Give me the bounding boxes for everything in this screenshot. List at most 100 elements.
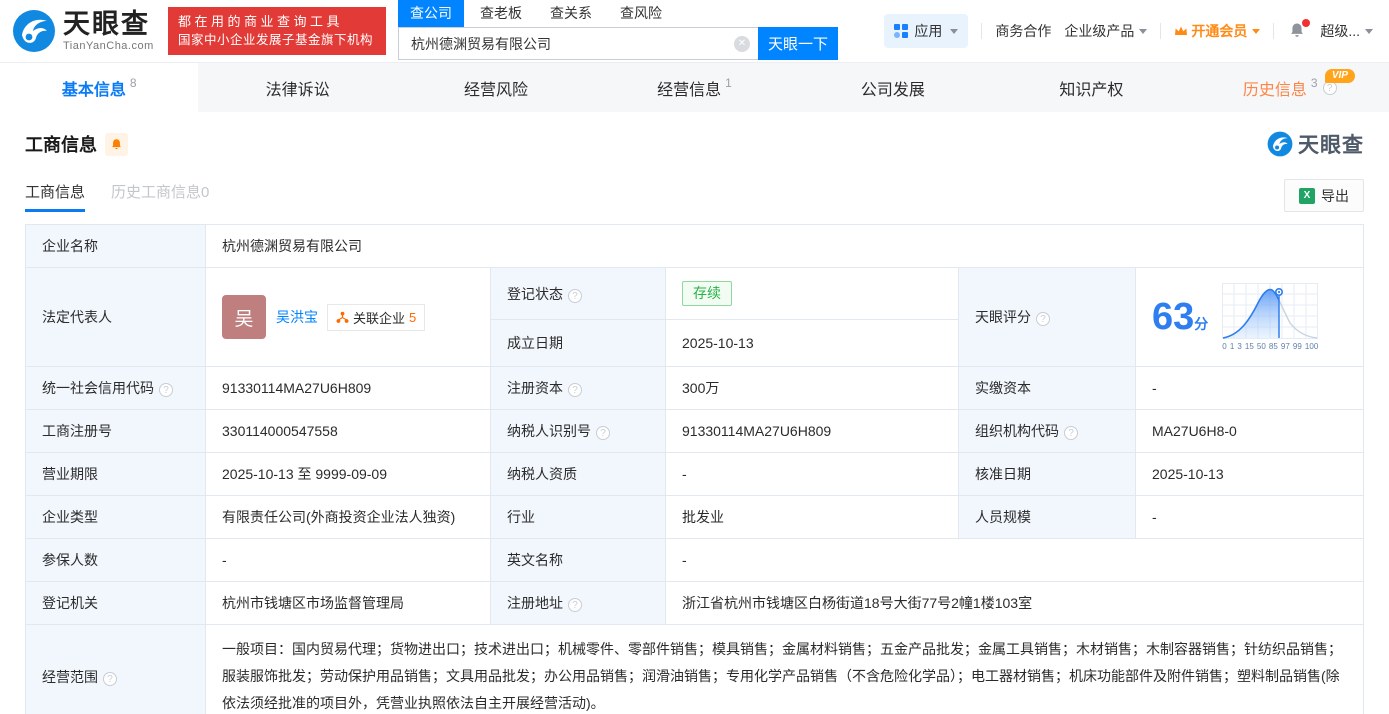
table-row: 工商注册号 330114000547558 纳税人识别号? 91330114MA…	[25, 409, 1364, 453]
score-distribution-chart: 0 1 3 15 50 85 97 99 100	[1222, 283, 1319, 351]
field-label: 核准日期	[958, 452, 1136, 496]
promo-banner: 都在用的商业查询工具 国家中小企业发展子基金旗下机构	[168, 6, 386, 56]
org-code-value: MA27U6H8-0	[1135, 409, 1364, 453]
table-row: 企业类型 有限责任公司(外商投资企业法人独资) 行业 批发业 人员规模 -	[25, 495, 1364, 539]
search-block: 查公司 查老板 查关系 查风险 ✕ 天眼一下	[398, 0, 838, 60]
field-label: 登记机关	[25, 581, 206, 625]
tab-history-info[interactable]: VIP 历史信息 3 ?	[1191, 63, 1389, 112]
tab-legal-litigation[interactable]: 法律诉讼	[198, 63, 396, 112]
related-companies-badge[interactable]: 关联企业 5	[327, 303, 426, 331]
chevron-down-icon	[1365, 28, 1373, 34]
help-icon[interactable]: ?	[1064, 426, 1078, 440]
search-tab-risk[interactable]: 查风险	[608, 0, 674, 27]
table-row: 营业期限 2025-10-13 至 9999-09-09 纳税人资质 - 核准日…	[25, 452, 1364, 496]
tianyancha-logo-icon	[13, 10, 55, 52]
subtab-history-business-info[interactable]: 历史工商信息0	[111, 181, 209, 212]
field-label: 营业期限	[25, 452, 206, 496]
field-label: 登记状态?	[490, 266, 666, 321]
tab-basic-info[interactable]: 基本信息 8	[0, 63, 199, 112]
status-badge: 存续	[682, 281, 732, 306]
help-icon[interactable]: ?	[568, 288, 582, 303]
tianyancha-logo-icon	[1267, 131, 1293, 157]
nav-open-membership[interactable]: 开通会员	[1174, 21, 1261, 41]
reg-capital-value: 300万	[665, 366, 959, 410]
tab-intellectual-property[interactable]: 知识产权	[992, 63, 1190, 112]
score-axis-labels: 0 1 3 15 50 85 97 99 100	[1222, 342, 1319, 351]
credit-code-value: 91330114MA27U6H809	[205, 366, 491, 410]
search-tab-company[interactable]: 查公司	[398, 0, 464, 27]
nav-cooperation[interactable]: 商务合作	[995, 21, 1051, 41]
tab-operation-risk[interactable]: 经营风险	[397, 63, 595, 112]
help-icon[interactable]: ?	[1036, 312, 1050, 326]
industry-value: 批发业	[665, 495, 959, 539]
nav-enterprise-products[interactable]: 企业级产品	[1064, 21, 1148, 41]
score-value: 63	[1152, 296, 1195, 338]
insured-count-value: -	[205, 538, 491, 582]
search-button[interactable]: 天眼一下	[758, 27, 838, 60]
subtab-business-info[interactable]: 工商信息	[25, 181, 86, 212]
english-name-value: -	[665, 538, 1364, 582]
search-tab-boss[interactable]: 查老板	[468, 0, 534, 27]
table-row: 参保人数 - 英文名称 -	[25, 538, 1364, 582]
field-label: 成立日期	[490, 319, 666, 367]
promo-line2: 国家中小企业发展子基金旗下机构	[178, 33, 374, 48]
apps-grid-icon	[894, 24, 909, 38]
table-row: 法定代表人 吴 吴洪宝 关联企业 5 登记状态 ? 存续 天眼评分 ? 63分 …	[25, 266, 1364, 367]
apps-menu[interactable]: 应用	[884, 14, 969, 48]
chevron-down-icon	[950, 28, 959, 34]
help-icon[interactable]: ?	[159, 383, 173, 397]
help-icon[interactable]: ?	[103, 671, 117, 686]
business-term-value: 2025-10-13 至 9999-09-09	[205, 452, 491, 496]
approval-date-value: 2025-10-13	[1135, 452, 1364, 496]
reg-authority-value: 杭州市钱塘区市场监督管理局	[205, 581, 491, 625]
help-icon[interactable]: ?	[568, 383, 582, 397]
taxpayer-quality-value: -	[665, 452, 959, 496]
section-title: 工商信息	[25, 135, 97, 155]
search-input[interactable]	[411, 35, 734, 52]
legal-rep-link[interactable]: 吴洪宝	[276, 307, 318, 327]
main-content: 工商信息 天眼查 工商信息 历史工商信息0 X 导出 企业名称 杭州德渊贸易有限…	[0, 129, 1389, 714]
clear-search-icon[interactable]: ✕	[734, 35, 750, 52]
paid-capital-value: -	[1135, 366, 1364, 410]
legal-rep-cell: 吴 吴洪宝 关联企业 5	[205, 267, 491, 367]
subscribe-bell-button[interactable]	[105, 132, 128, 156]
tab-company-development[interactable]: 公司发展	[794, 63, 992, 112]
table-row: 登记机关 杭州市钱塘区市场监督管理局 注册地址? 浙江省杭州市钱塘区白杨街道18…	[25, 581, 1364, 625]
notifications-bell[interactable]	[1287, 19, 1311, 41]
score-cell: 63分 0 1 3 15 50 85 97 99 100	[1135, 267, 1364, 367]
vip-badge: VIP	[1324, 69, 1355, 83]
logo-title: 天眼查	[63, 8, 150, 39]
table-row: 经营范围? 一般项目：国内贸易代理；货物进出口；技术进出口；机械零件、零部件销售…	[25, 624, 1364, 714]
company-tab-bar: 基本信息 8 法律诉讼 经营风险 经营信息 1 公司发展 知识产权 VIP 历史信息…	[0, 62, 1389, 112]
help-icon[interactable]: ?	[568, 598, 582, 612]
table-row: 统一社会信用代码? 91330114MA27U6H809 注册资本? 300万 …	[25, 366, 1364, 410]
field-label: 工商注册号	[25, 409, 206, 453]
reg-number-value: 330114000547558	[205, 409, 491, 453]
chevron-down-icon	[1139, 28, 1148, 34]
top-header: 天眼查 TianYanCha.com 都在用的商业查询工具 国家中小企业发展子基…	[0, 0, 1389, 62]
field-label: 企业类型	[25, 495, 206, 539]
field-label: 经营范围?	[25, 624, 206, 714]
tianyancha-logo[interactable]: 天眼查 TianYanCha.com	[12, 9, 160, 53]
field-label: 天眼评分?	[958, 267, 1136, 367]
field-label: 人员规模	[958, 495, 1136, 539]
staff-size-value: -	[1135, 495, 1364, 539]
establish-date-value: 2025-10-13	[665, 319, 959, 367]
search-tab-relation[interactable]: 查关系	[538, 0, 604, 27]
logo-domain: TianYanCha.com	[63, 39, 154, 52]
nav-super-vip[interactable]: 超级...	[1320, 21, 1373, 41]
field-label: 实缴资本	[958, 366, 1136, 410]
company-name-value: 杭州德渊贸易有限公司	[205, 224, 1364, 268]
bell-icon	[112, 138, 121, 149]
header-right-nav: 应用 商务合作 企业级产品 开通会员 超级...	[884, 14, 1373, 48]
business-scope-value: 一般项目：国内贸易代理；货物进出口；技术进出口；机械零件、零部件销售；模具销售；…	[205, 624, 1364, 714]
reg-address-value: 浙江省杭州市钱塘区白杨街道18号大街77号2幢1楼103室	[665, 581, 1364, 625]
help-icon[interactable]: ?	[596, 426, 610, 440]
field-label: 参保人数	[25, 538, 206, 582]
export-button[interactable]: X 导出	[1284, 179, 1364, 212]
field-label: 纳税人识别号?	[490, 409, 666, 453]
company-type-value: 有限责任公司(外商投资企业法人独资)	[205, 495, 491, 539]
field-label: 企业名称	[25, 224, 206, 268]
tab-operation-info[interactable]: 经营信息 1	[595, 63, 793, 112]
org-network-icon	[336, 311, 349, 323]
